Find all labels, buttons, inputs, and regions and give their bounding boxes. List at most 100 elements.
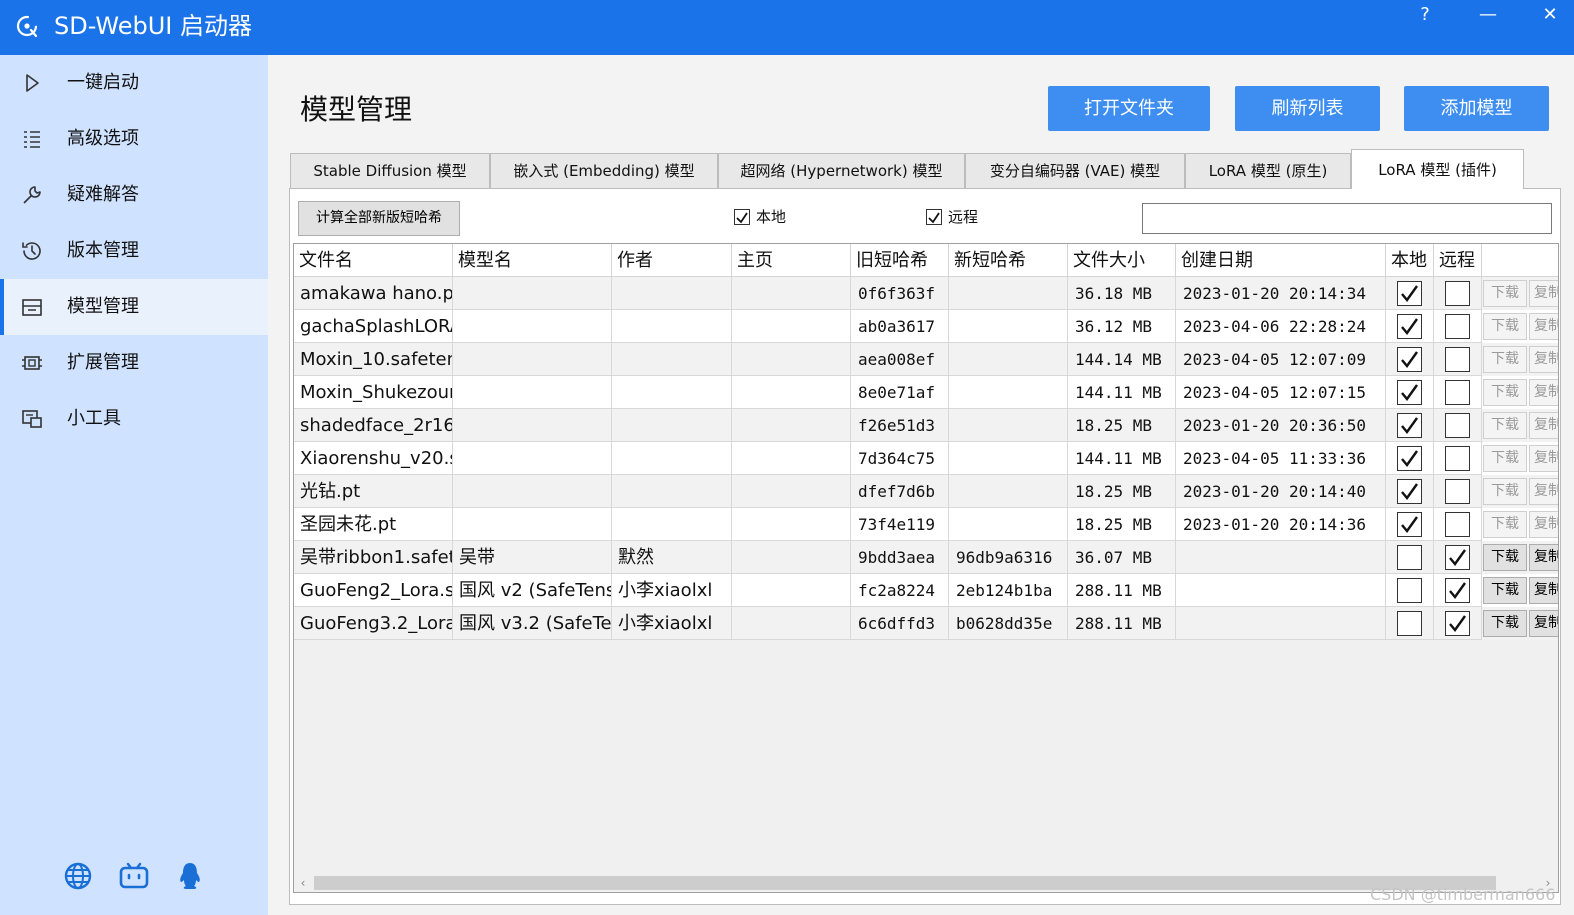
local-checkbox[interactable] — [1397, 611, 1422, 636]
tab-stable-diffusion[interactable]: Stable Diffusion 模型 — [290, 153, 490, 189]
sidebar-item-troubleshoot[interactable]: 疑难解答 — [0, 167, 268, 223]
local-checkbox[interactable] — [1397, 479, 1422, 504]
local-filter-checkbox[interactable] — [734, 209, 750, 225]
sidebar-item-extensions[interactable]: 扩展管理 — [0, 335, 268, 391]
globe-icon[interactable] — [62, 860, 94, 892]
cell-file-size: 144.14 MB — [1068, 343, 1176, 376]
remote-checkbox[interactable] — [1445, 545, 1470, 570]
remote-checkbox[interactable] — [1445, 347, 1470, 372]
column-header[interactable]: 模型名 — [453, 244, 612, 277]
cell-remote — [1434, 475, 1482, 508]
column-header[interactable]: 本地 — [1386, 244, 1434, 277]
copy-button[interactable]: 复制 — [1529, 445, 1558, 472]
bilibili-icon[interactable] — [118, 860, 150, 892]
download-button[interactable]: 下载 — [1483, 280, 1527, 307]
local-checkbox[interactable] — [1397, 314, 1422, 339]
remote-checkbox[interactable] — [1445, 611, 1470, 636]
local-checkbox[interactable] — [1397, 413, 1422, 438]
cell-new-hash: 2eb124b1ba — [949, 574, 1068, 607]
table-row[interactable]: 吴带ribbon1.safete 吴带 默然 9bdd3aea 96db9a6316 36… — [294, 541, 1558, 574]
tab-hypernetwork[interactable]: 超网络 (Hypernetwork) 模型 — [718, 153, 965, 189]
local-checkbox[interactable] — [1397, 512, 1422, 537]
table-row[interactable]: shadedface_2r16d f26e51d3 18.25 MB 2023-01-… — [294, 409, 1558, 442]
scroll-left-icon[interactable]: ‹ — [294, 873, 312, 892]
sidebar-item-tools[interactable]: 小工具 — [0, 391, 268, 447]
table-row[interactable]: 圣园未花.pt 73f4e119 18.25 MB 2023-01-20 20:14:… — [294, 508, 1558, 541]
remote-checkbox[interactable] — [1445, 446, 1470, 471]
column-header[interactable]: 创建日期 — [1176, 244, 1386, 277]
cell-file-size: 18.25 MB — [1068, 409, 1176, 442]
tab-vae[interactable]: 变分自编码器 (VAE) 模型 — [965, 153, 1185, 189]
table-row[interactable]: 光钻.pt dfef7d6b 18.25 MB 2023-01-20 20:14:40… — [294, 475, 1558, 508]
table-row[interactable]: amakawa hano.pt 0f6f363f 36.18 MB 2023-01-2… — [294, 277, 1558, 310]
download-button[interactable]: 下载 — [1483, 610, 1527, 637]
local-checkbox[interactable] — [1397, 545, 1422, 570]
column-header[interactable]: 新短哈希 — [949, 244, 1068, 277]
remote-checkbox[interactable] — [1445, 380, 1470, 405]
sidebar-item-quick-launch[interactable]: 一键启动 — [0, 55, 268, 111]
column-header[interactable]: 旧短哈希 — [851, 244, 949, 277]
open-folder-button[interactable]: 打开文件夹 — [1048, 86, 1210, 131]
copy-button[interactable]: 复制 — [1529, 313, 1558, 340]
remote-checkbox[interactable] — [1445, 281, 1470, 306]
copy-button[interactable]: 复制 — [1529, 577, 1558, 604]
download-button[interactable]: 下载 — [1483, 577, 1527, 604]
remote-checkbox[interactable] — [1445, 578, 1470, 603]
column-header[interactable]: 主页 — [732, 244, 851, 277]
download-button[interactable]: 下载 — [1483, 379, 1527, 406]
copy-button[interactable]: 复制 — [1529, 544, 1558, 571]
table-row[interactable]: Moxin_10.safetens aea008ef 144.14 MB 2023-0… — [294, 343, 1558, 376]
table-row[interactable]: Xiaorenshu_v20.sa 7d364c75 144.11 MB 2023-0… — [294, 442, 1558, 475]
local-checkbox[interactable] — [1397, 347, 1422, 372]
copy-button[interactable]: 复制 — [1529, 280, 1558, 307]
sidebar-item-advanced[interactable]: 高级选项 — [0, 111, 268, 167]
download-button[interactable]: 下载 — [1483, 313, 1527, 340]
column-header[interactable]: 远程 — [1434, 244, 1482, 277]
download-button[interactable]: 下载 — [1483, 478, 1527, 505]
remote-filter-checkbox[interactable] — [926, 209, 942, 225]
remote-checkbox[interactable] — [1445, 512, 1470, 537]
local-checkbox[interactable] — [1397, 281, 1422, 306]
download-button[interactable]: 下载 — [1483, 346, 1527, 373]
local-checkbox[interactable] — [1397, 380, 1422, 405]
cell-local — [1386, 409, 1434, 442]
tab-embedding[interactable]: 嵌入式 (Embedding) 模型 — [490, 153, 718, 189]
download-button[interactable]: 下载 — [1483, 445, 1527, 472]
sidebar-item-models[interactable]: 模型管理 — [0, 279, 268, 335]
tab-lora-plugin[interactable]: LoRA 模型 (插件) — [1351, 149, 1524, 189]
table-row[interactable]: Moxin_Shukezoun 8e0e71af 144.11 MB 2023-04-… — [294, 376, 1558, 409]
sidebar-item-versions[interactable]: 版本管理 — [0, 223, 268, 279]
copy-button[interactable]: 复制 — [1529, 346, 1558, 373]
table-row[interactable]: GuoFeng2_Lora.sa 国风 v2 (SafeTenso 小李xiaolx… — [294, 574, 1558, 607]
download-button[interactable]: 下载 — [1483, 544, 1527, 571]
refresh-list-button[interactable]: 刷新列表 — [1235, 86, 1380, 131]
copy-button[interactable]: 复制 — [1529, 379, 1558, 406]
remote-checkbox[interactable] — [1445, 413, 1470, 438]
copy-button[interactable]: 复制 — [1529, 478, 1558, 505]
remote-checkbox[interactable] — [1445, 479, 1470, 504]
horizontal-scrollbar[interactable]: ‹ › — [294, 873, 1558, 892]
copy-button[interactable]: 复制 — [1529, 610, 1558, 637]
column-header[interactable]: 文件名 — [294, 244, 453, 277]
tab-lora-native[interactable]: LoRA 模型 (原生) — [1185, 153, 1351, 189]
download-button[interactable]: 下载 — [1483, 412, 1527, 439]
add-model-button[interactable]: 添加模型 — [1404, 86, 1549, 131]
calc-all-hashes-button[interactable]: 计算全部新版短哈希 — [298, 201, 460, 236]
download-button[interactable]: 下载 — [1483, 511, 1527, 538]
close-button[interactable]: ✕ — [1530, 2, 1570, 28]
help-button[interactable]: ? — [1405, 2, 1445, 28]
scrollbar-thumb[interactable] — [314, 876, 1496, 890]
copy-button[interactable]: 复制 — [1529, 511, 1558, 538]
table-row[interactable]: gachaSplashLORA ab0a3617 36.12 MB 2023-04-0… — [294, 310, 1558, 343]
table-row[interactable]: GuoFeng3.2_Lora. 国风 v3.2 (SafeTen 小李xiaolx… — [294, 607, 1558, 640]
column-header[interactable]: 文件大小 — [1068, 244, 1176, 277]
copy-button[interactable]: 复制 — [1529, 412, 1558, 439]
local-checkbox[interactable] — [1397, 578, 1422, 603]
minimize-button[interactable]: — — [1468, 2, 1508, 28]
search-input[interactable] — [1142, 203, 1552, 234]
column-header[interactable]: 作者 — [612, 244, 732, 277]
qq-penguin-icon[interactable] — [174, 860, 206, 892]
local-checkbox[interactable] — [1397, 446, 1422, 471]
cell-created-date: 2023-01-20 20:14:34 — [1176, 277, 1386, 310]
remote-checkbox[interactable] — [1445, 314, 1470, 339]
